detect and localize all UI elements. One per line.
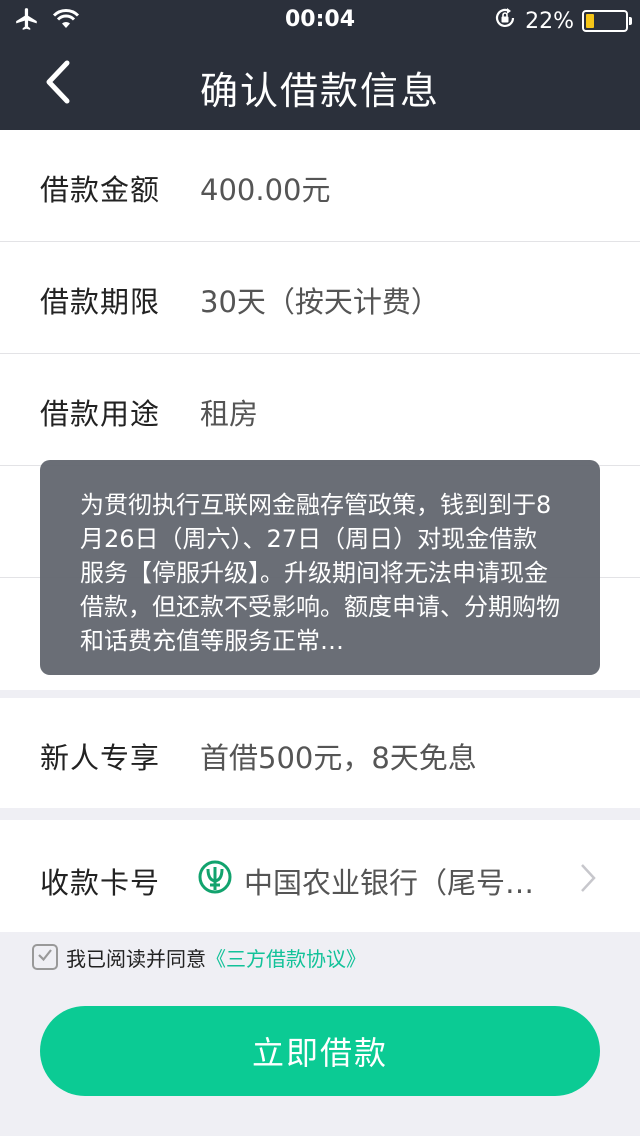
abc-bank-icon (198, 860, 232, 894)
header: 00:04 22% 确认借款信息 (0, 0, 640, 130)
rotation-lock-icon (493, 6, 517, 36)
amount-value: 400.00元 (200, 173, 331, 207)
borrow-now-button[interactable]: 立即借款 (40, 1006, 600, 1096)
bank-card-label: 收款卡号 (40, 866, 161, 900)
service-notice-toast: 为贯彻执行互联网金融存管政策，钱到到于8月26日（周六）、27日（周日）对现金借… (40, 460, 600, 675)
promo-value: 首借500元，8天免息 (200, 741, 477, 775)
battery-icon (582, 10, 632, 32)
purpose-value: 租房 (200, 397, 259, 431)
term-label: 借款期限 (40, 285, 161, 319)
agreement-link[interactable]: 《三方借款协议》 (206, 943, 366, 972)
checkmark-icon (36, 946, 54, 968)
battery-level (586, 14, 594, 28)
agreement-text: 我已阅读并同意 (66, 946, 206, 971)
nav-bar: 确认借款信息 (0, 40, 640, 130)
promo-group: 新人专享 首借500元，8天免息 (0, 698, 640, 808)
agreement-checkbox[interactable] (32, 944, 58, 970)
chevron-right-icon (578, 862, 598, 894)
row-promo: 新人专享 首借500元，8天免息 (0, 698, 640, 808)
purpose-label: 借款用途 (40, 397, 161, 431)
row-amount: 借款金额 400.00元 (0, 130, 640, 242)
battery-percent: 22% (525, 8, 574, 34)
amount-label: 借款金额 (40, 173, 161, 207)
bank-card-row[interactable]: 收款卡号 中国农业银行（尾号… (0, 820, 640, 932)
page-title: 确认借款信息 (199, 69, 440, 113)
agreement: 我已阅读并同意 《三方借款协议》 (32, 942, 366, 972)
row-term[interactable]: 借款期限 30天（按天计费） (0, 242, 640, 354)
row-purpose[interactable]: 借款用途 租房 (0, 354, 640, 466)
bank-name: 中国农业银行（尾号… (244, 866, 535, 900)
status-bar: 00:04 22% (0, 0, 640, 40)
promo-label: 新人专享 (40, 741, 161, 775)
term-value: 30天（按天计费） (200, 285, 440, 319)
toast-message: 为贯彻执行互联网金融存管政策，钱到到于8月26日（周六）、27日（周日）对现金借… (80, 491, 560, 655)
